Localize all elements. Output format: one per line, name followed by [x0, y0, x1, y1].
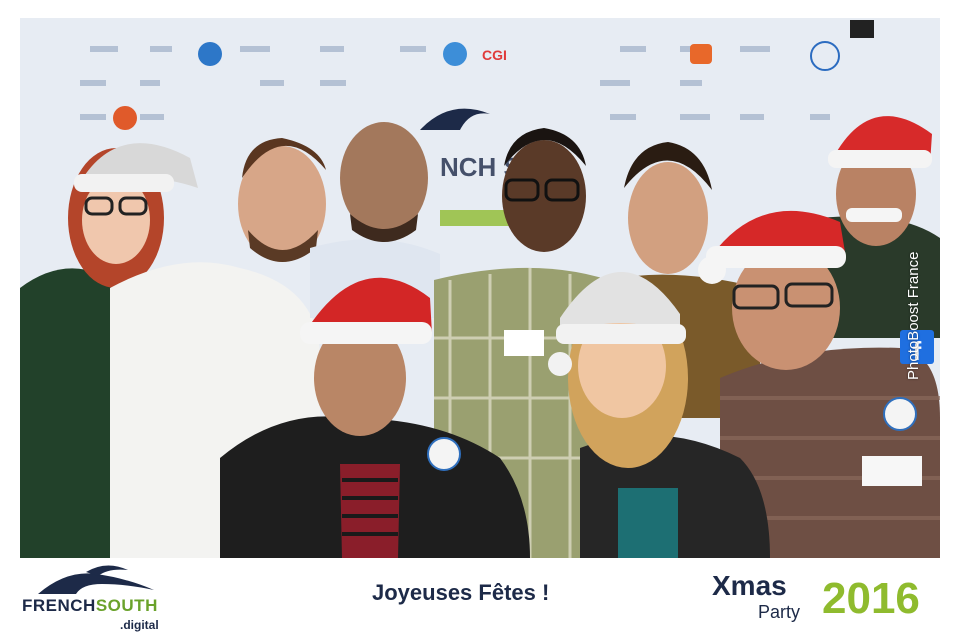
logo-text-digital: .digital	[120, 618, 159, 632]
party-word: Party	[758, 602, 801, 622]
greeting-text: Joyeuses Fêtes !	[372, 580, 550, 605]
logo-text-french: FRENCH	[22, 596, 96, 615]
frenchsouth-logo: FRENCHSOUTH .digital	[22, 560, 182, 632]
photo-scene: CGI NCH S	[20, 18, 940, 558]
logo-text-south: SOUTH	[95, 596, 158, 615]
xmas-word: Xmas	[712, 570, 787, 601]
photoboost-watermark: PhotoBoost France	[905, 252, 960, 380]
wave-logo-icon	[38, 565, 154, 594]
xmas-party-title: Xmas Party 2016	[712, 570, 942, 630]
svg-text:CGI: CGI	[482, 47, 507, 63]
event-year: 2016	[822, 574, 920, 623]
group-photo: CGI NCH S	[20, 18, 940, 558]
